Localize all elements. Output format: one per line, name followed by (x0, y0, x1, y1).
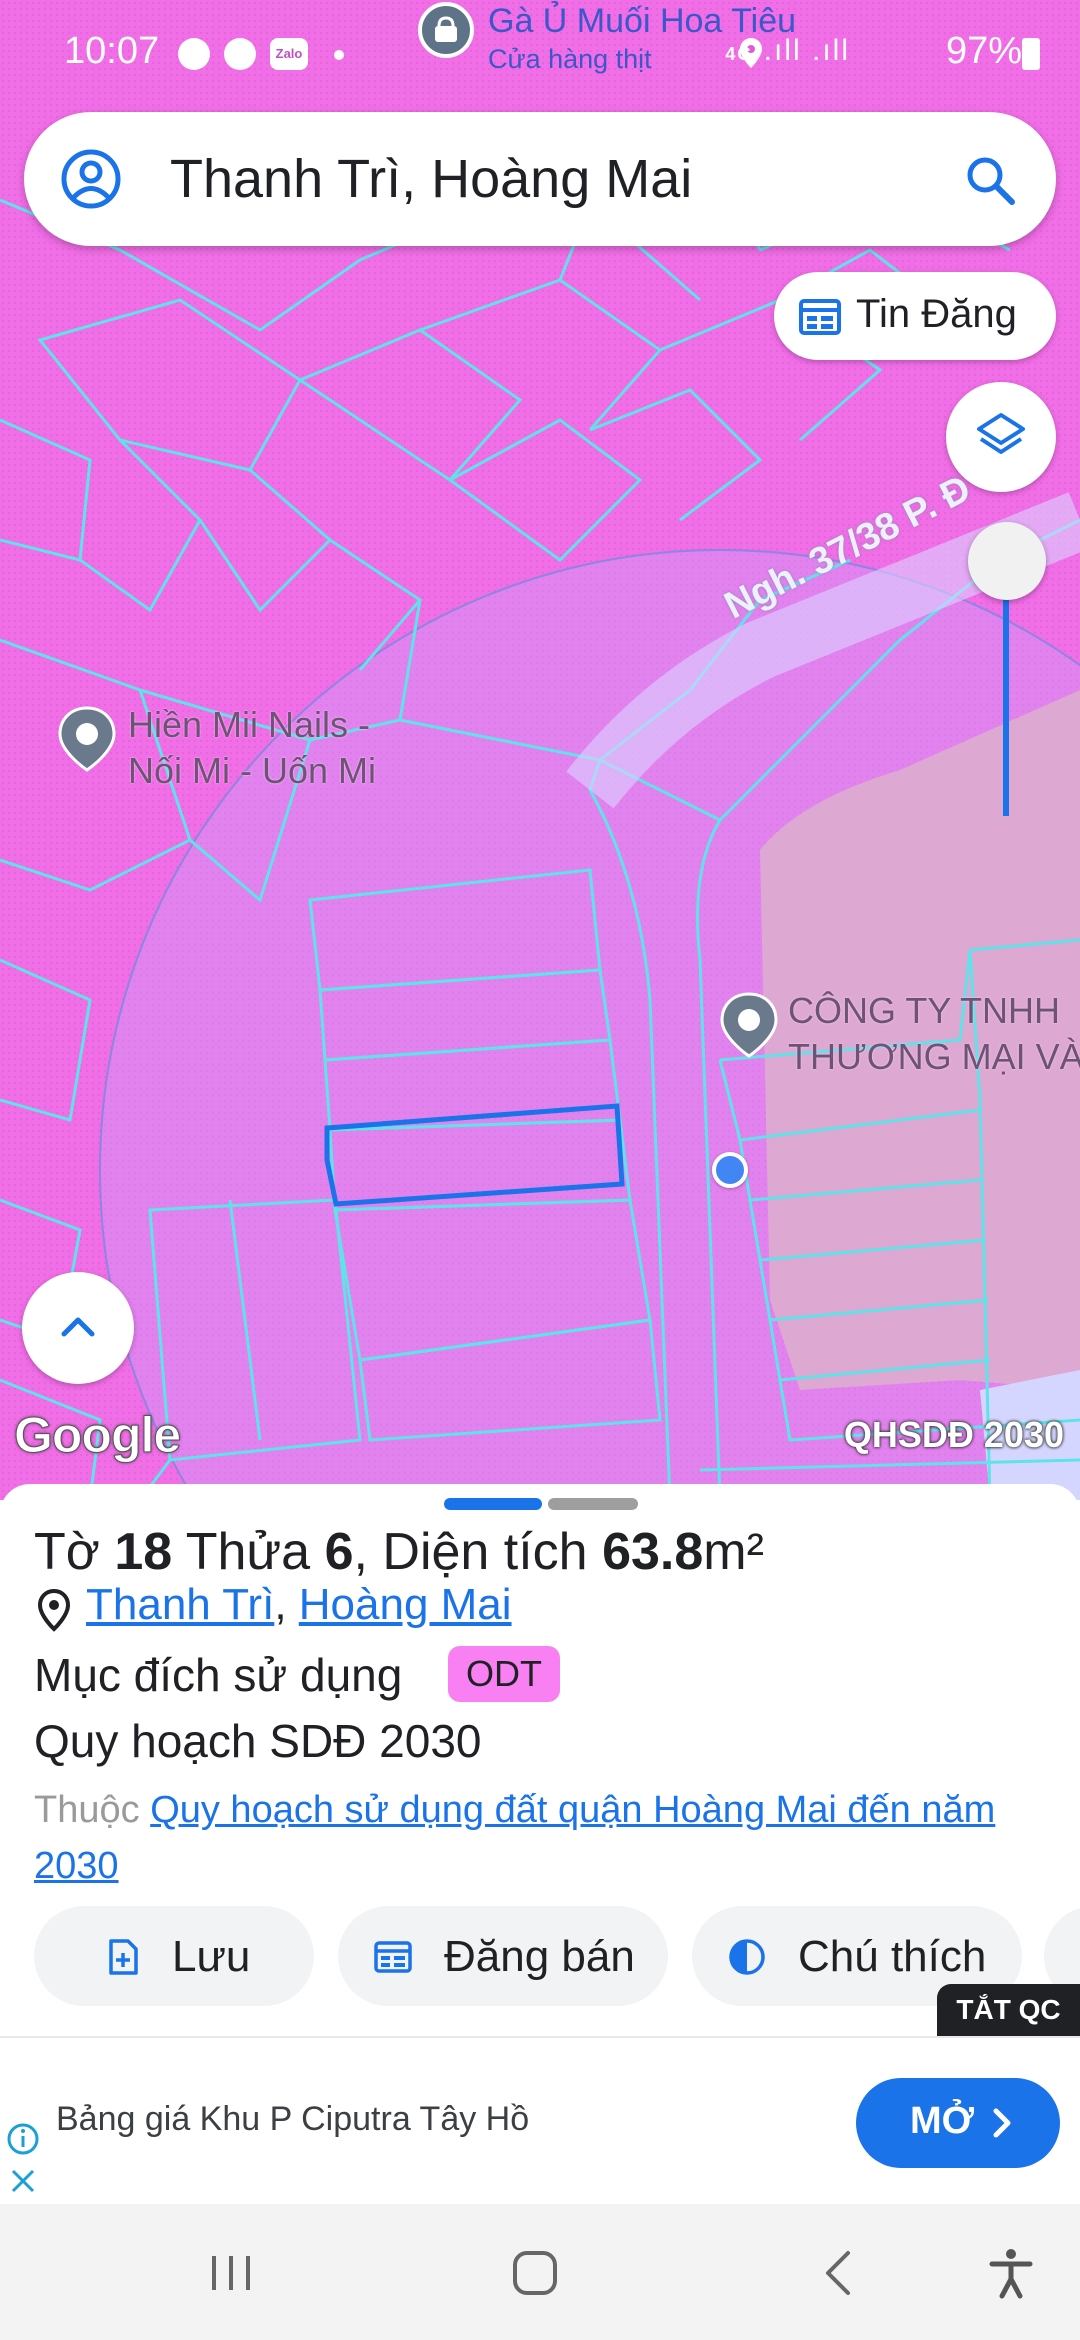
listings-label: Tin Đăng (856, 292, 1017, 336)
poi-label-line2[interactable]: THƯƠNG MẠI VÀ (788, 1034, 1080, 1080)
turn-off-ads-button[interactable]: TẮT QC (937, 1984, 1080, 2036)
map-layer-name: QHSDĐ 2030 (843, 1414, 1064, 1455)
battery-percent: 97% (945, 30, 1022, 72)
listings-button[interactable]: Tin Đăng (774, 272, 1056, 360)
chevron-right-icon (993, 2108, 1011, 2138)
more-notifications-dot (334, 50, 344, 60)
poi-category: Cửa hàng thịt (488, 44, 652, 74)
post-for-sale-label: Đăng bán (444, 1932, 635, 1981)
google-logo: Google (13, 1407, 181, 1464)
land-use-label: Mục đích sử dụng (34, 1649, 403, 1701)
ad-info-icon[interactable] (6, 2122, 40, 2156)
parcel-title: Tờ 18 Thửa 6, Diện tích 63.8m² (34, 1523, 764, 1581)
poi-label-line2[interactable]: Nối Mi - Uốn Mi (128, 748, 376, 794)
parcel-info-sheet: Tờ 18 Thửa 6, Diện tích 63.8m² Thanh Trì… (0, 1484, 1080, 2036)
plan-link[interactable]: Quy hoạch sử dụng đất quận Hoàng Mai đến… (34, 1789, 995, 1887)
save-file-icon (109, 1939, 138, 1975)
opacity-slider-handle[interactable] (968, 522, 1046, 600)
poi-name[interactable]: Gà Ủ Muối Hoa Tiêu (488, 2, 796, 41)
layers-icon (977, 413, 1025, 454)
shop-poi-pin-icon[interactable] (418, 2, 474, 58)
legend-icon (729, 1939, 765, 1975)
plan-label: Quy hoạch SDĐ 2030 (34, 1715, 482, 1767)
listing-icon (374, 1941, 412, 1973)
ad-open-label: MỞ (910, 2100, 975, 2142)
poi-label-line1[interactable]: CÔNG TY TNHH (788, 988, 1060, 1034)
location-pin-icon (37, 1588, 71, 1632)
city-link[interactable]: Hoàng Mai (299, 1580, 512, 1629)
close-icon[interactable] (8, 2166, 38, 2196)
ad-banner[interactable]: Bảng giá Khu P Ciputra Tây Hồ MỞ (0, 2036, 1080, 2204)
ad-text[interactable]: Bảng giá Khu P Ciputra Tây Hồ (56, 2100, 529, 2139)
messenger-icon (224, 38, 256, 70)
listing-icon (799, 299, 841, 335)
zalo-icon: Zalo (270, 38, 308, 70)
status-time: 10:07 (64, 30, 160, 72)
accessibility-icon[interactable] (984, 2246, 1038, 2300)
plan-reference: Thuộc Quy hoạch sử dụng đất quận Hoàng M… (34, 1789, 996, 1887)
district-link[interactable]: Thanh Trì (86, 1580, 274, 1629)
chevron-up-icon (61, 1317, 95, 1337)
ad-open-button[interactable]: MỞ (856, 2078, 1060, 2168)
battery-icon (1022, 38, 1040, 70)
page-indicator[interactable] (548, 1498, 638, 1510)
save-label: Lưu (172, 1932, 251, 1981)
page-indicator-active[interactable] (444, 1498, 542, 1510)
account-icon[interactable] (60, 148, 122, 210)
my-location-dot (712, 1152, 748, 1188)
poi-pin-icon[interactable] (54, 706, 120, 772)
search-icon[interactable] (960, 150, 1020, 210)
expand-sheet-button[interactable] (22, 1272, 134, 1384)
land-use-badge[interactable]: ODT (448, 1646, 560, 1702)
back-icon[interactable] (820, 2248, 856, 2298)
poi-label-line1[interactable]: Hiền Mii Nails - (128, 702, 370, 748)
search-input[interactable]: Thanh Trì, Hoàng Mai (170, 148, 692, 210)
search-bar[interactable]: Thanh Trì, Hoàng Mai (24, 112, 1056, 246)
system-nav-bar (0, 2204, 1080, 2340)
save-button[interactable]: Lưu (34, 1906, 314, 2006)
poi-pin-icon[interactable] (716, 992, 782, 1058)
post-for-sale-button[interactable]: Đăng bán (338, 1906, 668, 2006)
map-view[interactable]: 10:07 Zalo 4G .ıll .ıll 97% Gà Ủ Muối Ho… (0, 0, 1080, 1500)
parcel-location: Thanh Trì, Hoàng Mai (86, 1580, 512, 1629)
home-icon[interactable] (510, 2248, 560, 2298)
legend-label: Chú thích (798, 1932, 987, 1981)
recent-apps-icon[interactable] (208, 2250, 254, 2296)
messenger-icon (178, 38, 210, 70)
